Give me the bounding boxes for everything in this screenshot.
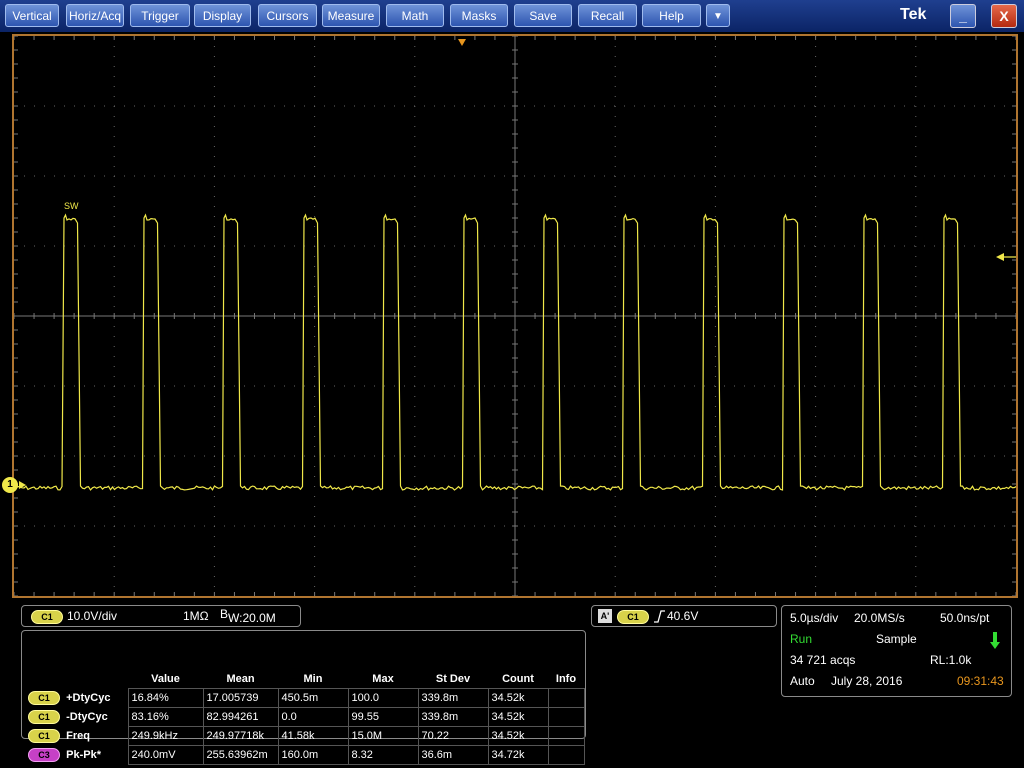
header-info: Info: [555, 672, 577, 685]
acquisition-box[interactable]: 5.0µs/div 20.0MS/s 50.0ns/pt Run Sample …: [781, 605, 1012, 697]
table-row[interactable]: C1 +DtyCyc 16.84% 17.005739 450.5m 100.0…: [28, 688, 585, 708]
measurement-info: [547, 726, 585, 746]
waveform-label: SW: [64, 201, 79, 211]
header-min: Min: [303, 672, 323, 685]
channel-1-settings-box[interactable]: C1 10.0V/div 1MΩ B W:20.0M: [21, 605, 301, 627]
measurement-min: 0.0: [277, 707, 349, 727]
menu-cursors[interactable]: Cursors: [258, 4, 317, 27]
menu-help[interactable]: Help: [642, 4, 701, 27]
menu-recall[interactable]: Recall: [578, 4, 637, 27]
sample-rate: 20.0MS/s: [854, 611, 905, 625]
measurement-mean: 255.63962m: [202, 745, 279, 765]
bandwidth-limit: W:20.0M: [228, 611, 276, 625]
measurement-name: -DtyCyc: [66, 711, 108, 723]
run-state: Run: [790, 632, 813, 646]
measurement-count: 34.52k: [487, 726, 549, 746]
channel-1-marker-label: 1: [7, 479, 13, 490]
trigger-type-icon: A': [598, 609, 612, 623]
menu-more-icon[interactable]: ▼: [706, 4, 730, 27]
close-icon[interactable]: X: [991, 4, 1017, 28]
measurement-stdev: 36.6m: [417, 745, 489, 765]
measurement-max: 99.55: [347, 707, 419, 727]
ground-arrow-icon: [19, 481, 26, 489]
measurement-source-badge: C3: [28, 748, 60, 762]
trigger-mode: Auto: [790, 674, 815, 688]
table-row[interactable]: C1 Freq 249.9kHz 249.97718k 41.58k 15.0M…: [28, 726, 585, 746]
time-per-division: 5.0µs/div: [790, 611, 839, 625]
measurement-info: [547, 707, 585, 727]
measurement-value: 249.9kHz: [127, 726, 204, 746]
acquisition-mode: Sample: [876, 632, 917, 646]
measurement-mean: 249.97718k: [202, 726, 279, 746]
menu-bar: Vertical Horiz/Acq Trigger Display Curso…: [0, 0, 1024, 32]
measurement-value: 83.16%: [127, 707, 204, 727]
measurement-count: 34.52k: [487, 707, 549, 727]
vertical-scale: 10.0V/div: [67, 609, 118, 623]
table-row[interactable]: C3 Pk-Pk* 240.0mV 255.63962m 160.0m 8.32…: [28, 745, 585, 765]
measurement-count: 34.72k: [487, 745, 549, 765]
graticule: SW: [14, 36, 1016, 596]
measurement-info: [547, 688, 585, 708]
measurement-source-badge: C1: [28, 710, 60, 724]
brand-logo: Tek: [900, 6, 927, 23]
measurement-info: [547, 745, 585, 765]
measurement-stdev: 70.22: [417, 726, 489, 746]
measurement-table: Value Mean Min Max St Dev Count Info C1 …: [28, 669, 585, 765]
measurement-name: +DtyCyc: [66, 692, 111, 704]
measurement-mean: 82.994261: [202, 707, 279, 727]
time-resolution: 50.0ns/pt: [940, 611, 990, 625]
measurement-max: 8.32: [347, 745, 419, 765]
measurement-value: 240.0mV: [127, 745, 204, 765]
run-status-icon: [990, 632, 1000, 649]
menu-masks[interactable]: Masks: [450, 4, 508, 27]
grid: [14, 36, 1016, 596]
measurement-stdev: 339.8m: [417, 707, 489, 727]
measurement-mean: 17.005739: [202, 688, 279, 708]
record-length: RL:1.0k: [930, 653, 972, 667]
measurement-min: 41.58k: [277, 726, 349, 746]
measurement-name: Freq: [66, 730, 90, 742]
waveform-display[interactable]: SW: [12, 34, 1018, 598]
header-stdev: St Dev: [435, 672, 471, 685]
measurement-min: 160.0m: [277, 745, 349, 765]
menu-trigger[interactable]: Trigger: [130, 4, 190, 27]
minimize-icon[interactable]: _: [950, 4, 976, 28]
trigger-level: 40.6V: [667, 609, 699, 623]
menu-horiz-acq[interactable]: Horiz/Acq: [66, 4, 124, 27]
measurement-header-row: Value Mean Min Max St Dev Count Info: [28, 669, 584, 689]
menu-vertical[interactable]: Vertical: [5, 4, 59, 27]
measurement-stdev: 339.8m: [417, 688, 489, 708]
trigger-position-marker-icon: [458, 39, 466, 46]
menu-math[interactable]: Math: [386, 4, 444, 27]
channel-badge: C1: [31, 610, 63, 624]
measurement-value: 16.84%: [127, 688, 204, 708]
time: 09:31:43: [957, 674, 1004, 688]
date: July 28, 2016: [831, 674, 903, 688]
measurement-count: 34.52k: [487, 688, 549, 708]
status-panel: C1 10.0V/div 1MΩ B W:20.0M Value Mean Mi…: [0, 600, 1024, 768]
trigger-source-badge: C1: [617, 610, 649, 624]
measurement-max: 100.0: [347, 688, 419, 708]
header-count: Count: [502, 672, 534, 685]
measurement-name: Pk-Pk*: [66, 749, 101, 761]
measurement-source-badge: C1: [28, 729, 60, 743]
menu-save[interactable]: Save: [514, 4, 572, 27]
bandwidth-prefix: B: [220, 607, 229, 621]
measurement-source-badge: C1: [28, 691, 60, 705]
rising-edge-icon: [654, 610, 665, 623]
measurement-min: 450.5m: [277, 688, 349, 708]
header-value: Value: [151, 672, 180, 685]
trigger-settings-box[interactable]: A' C1 40.6V: [591, 605, 777, 627]
measurement-max: 15.0M: [347, 726, 419, 746]
header-mean: Mean: [226, 672, 255, 685]
table-row[interactable]: C1 -DtyCyc 83.16% 82.994261 0.0 99.55 33…: [28, 707, 585, 727]
menu-measure[interactable]: Measure: [322, 4, 380, 27]
acquisition-count: 34 721 acqs: [790, 653, 856, 667]
input-impedance: 1MΩ: [183, 609, 209, 623]
measurement-panel[interactable]: Value Mean Min Max St Dev Count Info C1 …: [21, 630, 586, 765]
menu-display[interactable]: Display: [194, 4, 251, 27]
channel-1-ground-marker[interactable]: 1: [2, 477, 18, 493]
header-max: Max: [372, 672, 394, 685]
